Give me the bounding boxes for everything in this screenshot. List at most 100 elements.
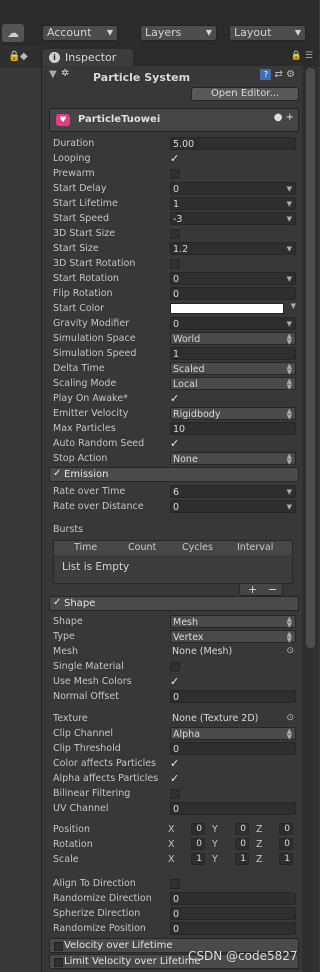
rate-over-time-field[interactable]: 6 ▼	[170, 485, 296, 498]
start-color-swatch[interactable]	[170, 303, 284, 314]
chevron-down-icon[interactable]: ▼	[287, 198, 292, 211]
stop-action-dropdown[interactable]: None ▲ ▼	[170, 452, 296, 466]
scrollbar-thumb[interactable]	[306, 68, 315, 648]
help-icon[interactable]: ?	[260, 69, 272, 80]
start-size-field[interactable]: 1.2 ▼	[170, 242, 296, 255]
vertical-scrollbar[interactable]	[302, 66, 319, 972]
bilinear-filtering-checkbox[interactable]	[170, 789, 180, 799]
delta-time-dropdown[interactable]: Scaled ▲ ▼	[170, 362, 296, 376]
align-to-direction-row: Align To Direction	[53, 877, 299, 892]
chevron-down-icon[interactable]: ▼	[287, 486, 292, 499]
checkmark-icon[interactable]: ✓	[53, 468, 61, 479]
gear-icon[interactable]: ⚙	[286, 69, 295, 80]
rotation-z-field[interactable]: 0	[279, 838, 293, 850]
layers-dropdown[interactable]: Layers ▼	[140, 25, 217, 41]
texture-field[interactable]: None (Texture 2D) ⊙	[170, 712, 296, 725]
chevron-down-icon[interactable]: ▼	[287, 273, 292, 286]
spherize-direction-field[interactable]: 0	[170, 907, 296, 920]
rotation-y-field[interactable]: 0	[235, 838, 249, 850]
mesh-field[interactable]: None (Mesh) ⊙	[170, 645, 296, 658]
gravity-modifier-field[interactable]: 0 ▼	[170, 317, 296, 330]
randomize-direction-label: Randomize Direction	[53, 893, 152, 904]
uv-channel-field[interactable]: 0	[170, 802, 296, 815]
3d-start-size-checkbox[interactable]	[170, 229, 180, 239]
rate-over-distance-field[interactable]: 0 ▼	[170, 500, 296, 513]
menu-icon[interactable]: ☰	[305, 51, 313, 61]
remove-burst-button[interactable]: −	[268, 583, 277, 596]
foldout-arrow-icon[interactable]: ▼	[49, 69, 57, 80]
tab-inspector[interactable]: i Inspector	[43, 49, 133, 66]
clip-threshold-value: 0	[173, 744, 180, 755]
object-picker-icon[interactable]: ⊙	[286, 712, 294, 725]
max-particles-field[interactable]: 10	[170, 422, 296, 435]
lock-icon[interactable]: 🔒	[291, 51, 302, 61]
layout-dropdown[interactable]: Layout ▼	[229, 25, 306, 41]
shape-dropdown[interactable]: Mesh ▲ ▼	[170, 615, 296, 629]
chevron-down-icon[interactable]: ▼	[291, 302, 296, 310]
chevron-down-icon[interactable]: ▼	[287, 243, 292, 256]
start-delay-field[interactable]: 0 ▼	[170, 182, 296, 195]
duration-field[interactable]: 5.00	[170, 137, 296, 150]
module-toggle-checkbox[interactable]	[54, 958, 63, 967]
play-on-awake-checkbox[interactable]: ✓	[170, 393, 181, 404]
add-icon[interactable]: +	[286, 112, 294, 123]
velocity-title: Velocity over Lifetime	[64, 940, 173, 951]
randomize-position-field[interactable]: 0	[170, 922, 296, 935]
chevron-down-icon[interactable]: ▼	[287, 213, 292, 226]
chevron-down-icon[interactable]: ▼	[287, 183, 292, 196]
start-lifetime-field[interactable]: 1 ▼	[170, 197, 296, 210]
randomize-direction-field[interactable]: 0	[170, 892, 296, 905]
main-module-header[interactable]: ♥ ParticleTuowei ● +	[49, 108, 299, 132]
preset-icon[interactable]: ⇄	[274, 69, 282, 80]
play-on-awake-label: Play On Awake*	[53, 393, 128, 404]
normal-offset-field[interactable]: 0	[170, 690, 296, 703]
looping-checkbox[interactable]: ✓	[170, 153, 181, 164]
auto-random-seed-checkbox[interactable]: ✓	[170, 438, 181, 449]
emission-module-header[interactable]: ✓ Emission	[49, 467, 299, 482]
3d-start-rotation-label: 3D Start Rotation	[53, 258, 136, 269]
chevron-down-icon[interactable]: ▼	[287, 318, 292, 331]
single-material-checkbox[interactable]	[170, 662, 180, 672]
3d-start-rotation-checkbox[interactable]	[170, 259, 180, 269]
start-speed-field[interactable]: -3 ▼	[170, 212, 296, 225]
add-burst-button[interactable]: +	[248, 583, 257, 596]
start-rotation-field[interactable]: 0 ▼	[170, 272, 296, 285]
alpha-affects-particles-checkbox[interactable]: ✓	[170, 773, 181, 784]
scale-x-field[interactable]: 1	[191, 853, 205, 865]
emitter-velocity-dropdown[interactable]: Rigidbody ▲ ▼	[170, 407, 296, 421]
checkmark-icon[interactable]: ✓	[53, 597, 61, 608]
simulation-space-row: Simulation Space World ▲ ▼	[53, 332, 299, 347]
clip-channel-dropdown[interactable]: Alpha ▲ ▼	[170, 727, 296, 741]
lock-icon[interactable]: 🔒	[8, 51, 20, 62]
start-speed-row: Start Speed -3 ▼	[53, 212, 299, 227]
texture-label: Texture	[53, 713, 88, 724]
simulation-space-dropdown[interactable]: World ▲ ▼	[170, 332, 296, 346]
simulation-speed-field[interactable]: 1	[170, 347, 296, 360]
cloud-icon[interactable]: ☁	[2, 24, 24, 42]
bilinear-filtering-row: Bilinear Filtering	[53, 787, 299, 802]
type-dropdown[interactable]: Vertex ▲ ▼	[170, 630, 296, 644]
scale-y-field[interactable]: 1	[235, 853, 249, 865]
scaling-mode-dropdown[interactable]: Local ▲ ▼	[170, 377, 296, 391]
alert-icon[interactable]: ●	[274, 112, 283, 123]
gravity-modifier-value: 0	[173, 319, 180, 330]
position-y-field[interactable]: 0	[235, 823, 249, 835]
module-toggle-checkbox[interactable]	[54, 942, 63, 951]
scale-z-field[interactable]: 1	[279, 853, 293, 865]
use-mesh-colors-checkbox[interactable]: ✓	[170, 676, 181, 687]
tag-icon[interactable]: ◆	[20, 51, 28, 62]
position-x-field[interactable]: 0	[191, 823, 205, 835]
flip-rotation-field[interactable]: 0	[170, 287, 296, 300]
position-z-field[interactable]: 0	[279, 823, 293, 835]
clip-threshold-field[interactable]: 0	[170, 742, 296, 755]
account-dropdown[interactable]: Account ▼	[42, 25, 118, 41]
rotation-x-field[interactable]: 0	[191, 838, 205, 850]
object-picker-icon[interactable]: ⊙	[286, 645, 294, 658]
align-to-direction-checkbox[interactable]	[170, 879, 180, 889]
normal-offset-value: 0	[173, 692, 180, 703]
chevron-down-icon[interactable]: ▼	[287, 501, 292, 514]
shape-module-header[interactable]: ✓ Shape	[49, 596, 299, 611]
color-affects-particles-checkbox[interactable]: ✓	[170, 758, 181, 769]
open-editor-button[interactable]: Open Editor...	[191, 87, 299, 101]
prewarm-checkbox[interactable]	[170, 169, 180, 179]
